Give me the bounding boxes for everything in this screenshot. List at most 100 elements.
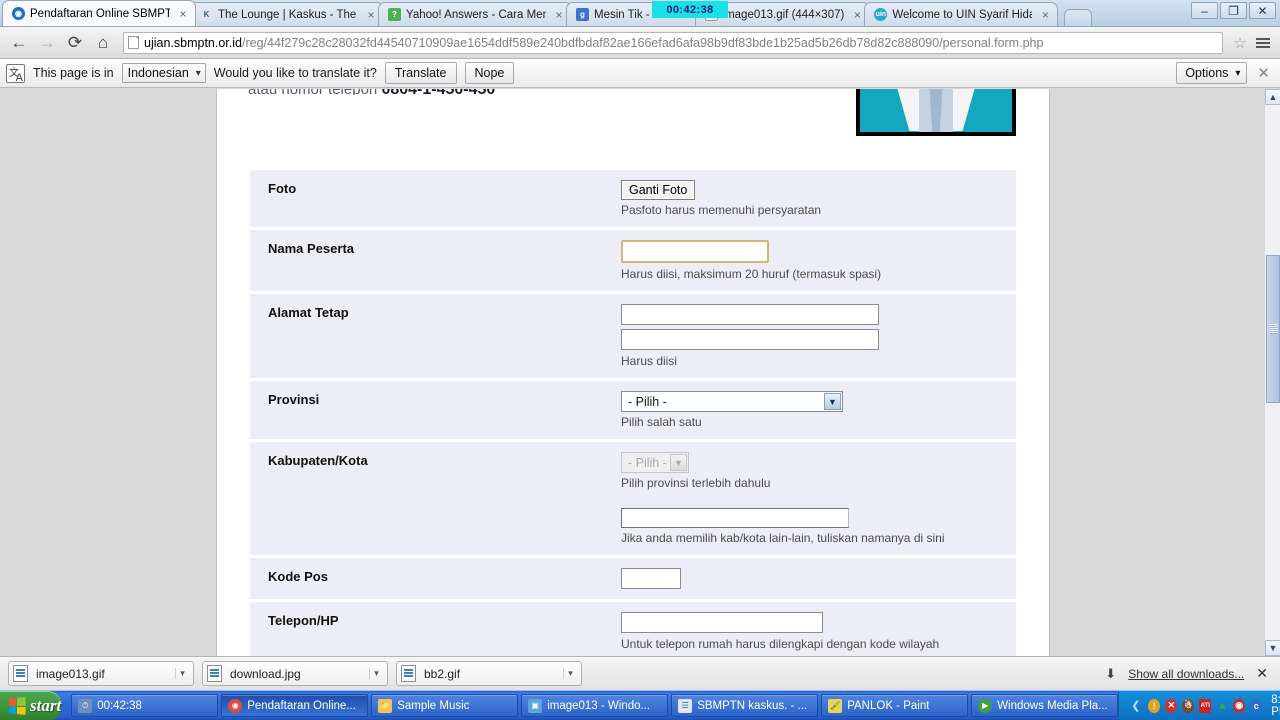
form-field: Harus diisi: [615, 292, 1016, 381]
download-item[interactable]: bb2.gif ▾: [396, 661, 582, 686]
form-field: - Pilih - ▼ Pilih provinsi terlebih dahu…: [615, 440, 1016, 558]
chevron-down-icon: ▼: [824, 393, 841, 410]
chevron-down-icon[interactable]: ▾: [563, 668, 577, 679]
select-value: - Pilih -: [628, 455, 667, 470]
form-row-telepon-hp: Telepon/HP Untuk telepon rumah harus dil…: [250, 600, 1016, 656]
taskbar-item-timer[interactable]: ⏱ 00:42:38: [71, 694, 219, 717]
browser-tab-5[interactable]: uin Welcome to UIN Syarif Hiday ×: [864, 2, 1059, 26]
browser-window: ◉ Pendaftaran Online SBMPTN × K The Loun…: [0, 0, 1280, 690]
forward-icon[interactable]: →: [34, 30, 60, 56]
taskbar-items: ⏱ 00:42:38 ◉ Pendaftaran Online... 📁 Sam…: [61, 694, 1119, 717]
error-icon[interactable]: ✕: [1165, 698, 1178, 713]
address-bar[interactable]: ujian.sbmptn.or.id/reg/44f279c28c28032fd…: [123, 31, 1223, 54]
nama-peserta-input[interactable]: [621, 240, 769, 263]
browser-tab-2[interactable]: ? Yahoo! Answers - Cara Mem ×: [378, 2, 572, 26]
tab-title: Pendaftaran Online SBMPTN: [30, 7, 170, 20]
tab-close-icon[interactable]: ×: [851, 9, 863, 21]
image-file-icon: [207, 665, 222, 682]
tab-close-icon[interactable]: ×: [177, 8, 189, 20]
browser-tab-1[interactable]: K The Lounge | Kaskus - The L ×: [190, 2, 384, 26]
tab-title: The Lounge | Kaskus - The L: [218, 8, 358, 21]
close-shelf-icon[interactable]: ✕: [1256, 665, 1268, 682]
tab-title: Yahoo! Answers - Cara Mem: [406, 8, 546, 21]
bookmark-star-icon[interactable]: ☆: [1230, 34, 1250, 52]
field-hint: Pilih salah satu: [621, 415, 702, 429]
taskbar-item-paint[interactable]: 🖌 PANLOK - Paint: [821, 694, 969, 717]
antivirus-icon[interactable]: ☃: [1182, 698, 1195, 713]
infobar-close-icon[interactable]: ✕: [1257, 64, 1274, 82]
scroll-down-icon[interactable]: ▼: [1265, 640, 1280, 656]
download-item[interactable]: image013.gif ▾: [8, 661, 194, 686]
network-icon[interactable]: ◉: [1233, 698, 1246, 713]
kode-pos-input[interactable]: [621, 568, 681, 589]
change-photo-button[interactable]: Ganti Foto: [621, 180, 696, 200]
close-button[interactable]: ✕: [1249, 2, 1276, 19]
taskbar-item-sample-music[interactable]: 📁 Sample Music: [371, 694, 519, 717]
chrome-menu-icon[interactable]: [1252, 37, 1274, 48]
tab-close-icon[interactable]: ×: [1039, 9, 1051, 21]
provinsi-select[interactable]: - Pilih - ▼: [621, 391, 843, 412]
alamat-line2-input[interactable]: [621, 329, 879, 350]
tab-title: image013.gif (444×307): [722, 8, 845, 21]
page-scrollbar[interactable]: ▲ ▼: [1264, 89, 1280, 656]
home-icon[interactable]: ⌂: [90, 30, 116, 56]
telepon-hp-input[interactable]: [621, 612, 823, 633]
kabupaten-kota-select[interactable]: - Pilih - ▼: [621, 452, 689, 473]
translate-options-button[interactable]: Options: [1176, 62, 1248, 84]
scrollbar-thumb[interactable]: [1266, 255, 1280, 403]
scroll-up-icon[interactable]: ▲: [1265, 89, 1280, 105]
form-label: Alamat Tetap: [250, 292, 615, 381]
warning-triangle-icon[interactable]: ▲: [1216, 699, 1228, 713]
new-tab-button[interactable]: [1064, 9, 1093, 26]
show-all-downloads-link[interactable]: Show all downloads...: [1128, 667, 1244, 681]
translate-button[interactable]: Translate: [384, 62, 457, 84]
url-domain: ujian.sbmptn.or.id: [144, 35, 242, 50]
kaskus-icon: K: [200, 8, 213, 21]
field-hint-extra: Jika anda memilih kab/kota lain-lain, tu…: [621, 531, 945, 545]
image-file-icon: [13, 665, 28, 682]
form-field: - Pilih - ▼ Pilih salah satu: [615, 379, 1016, 442]
reload-icon[interactable]: ⟳: [62, 30, 88, 56]
navigation-toolbar: ← → ⟳ ⌂ ujian.sbmptn.or.id/reg/44f279c28…: [0, 27, 1280, 59]
page-info-icon[interactable]: [128, 36, 139, 49]
chrome-tray-icon[interactable]: c: [1250, 698, 1263, 713]
chrome-globe-icon: ◉: [12, 7, 25, 20]
form-label: Foto: [250, 170, 615, 230]
tab-close-icon[interactable]: ×: [365, 9, 377, 21]
translate-infobar: 文A This page is in Indonesian Would you …: [0, 59, 1280, 88]
taskbar-item-label: image013 - Windo...: [547, 699, 651, 712]
shield-icon[interactable]: !: [1148, 698, 1161, 713]
tab-close-icon[interactable]: ×: [553, 9, 565, 21]
browser-tab-0[interactable]: ◉ Pendaftaran Online SBMPTN ×: [2, 0, 196, 26]
chevron-down-icon[interactable]: ▾: [369, 668, 383, 679]
taskbar-item-chrome[interactable]: ◉ Pendaftaran Online...: [221, 694, 369, 717]
minimize-button[interactable]: –: [1191, 2, 1218, 19]
start-button[interactable]: start: [0, 690, 62, 720]
form-label: Kode Pos: [250, 556, 615, 602]
page-canvas: atau nomor telepon 0804-1-450-450: [0, 89, 1264, 656]
start-label: start: [30, 695, 62, 715]
windows-taskbar: start ⏱ 00:42:38 ◉ Pendaftaran Online...…: [0, 690, 1280, 720]
language-select[interactable]: Indonesian: [121, 63, 206, 83]
form-row-kode-pos: Kode Pos: [250, 556, 1016, 602]
download-item[interactable]: download.jpg ▾: [202, 661, 388, 686]
field-hint: Pasfoto harus memenuhi persyaratan: [621, 203, 822, 217]
form-field: Untuk telepon rumah harus dilengkapi den…: [615, 600, 1016, 656]
chevron-down-icon[interactable]: ▾: [175, 668, 189, 679]
taskbar-item-image-viewer[interactable]: ▣ image013 - Windo...: [521, 694, 669, 717]
taskbar-item-media-player[interactable]: ▶ Windows Media Pla...: [971, 694, 1119, 717]
taskbar-item-kaskus-doc[interactable]: ☰ SBMPTN kaskus. - ...: [671, 694, 819, 717]
download-arrow-icon: ⬇: [1105, 665, 1117, 681]
kabupaten-lainnya-input[interactable]: [621, 508, 849, 528]
download-filename: image013.gif: [36, 666, 105, 681]
tab-title: Welcome to UIN Syarif Hiday: [892, 8, 1033, 21]
back-icon[interactable]: ←: [6, 30, 32, 56]
maximize-button[interactable]: ❐: [1220, 2, 1247, 19]
decline-translate-button[interactable]: Nope: [464, 62, 515, 84]
taskbar-clock: 8:28 PM: [1271, 693, 1280, 718]
windows-flag-icon: [8, 696, 26, 715]
document-icon: ☰: [678, 698, 693, 713]
alamat-line1-input[interactable]: [621, 304, 879, 325]
uin-icon: uin: [874, 8, 888, 21]
ati-icon[interactable]: ATI: [1199, 698, 1212, 713]
